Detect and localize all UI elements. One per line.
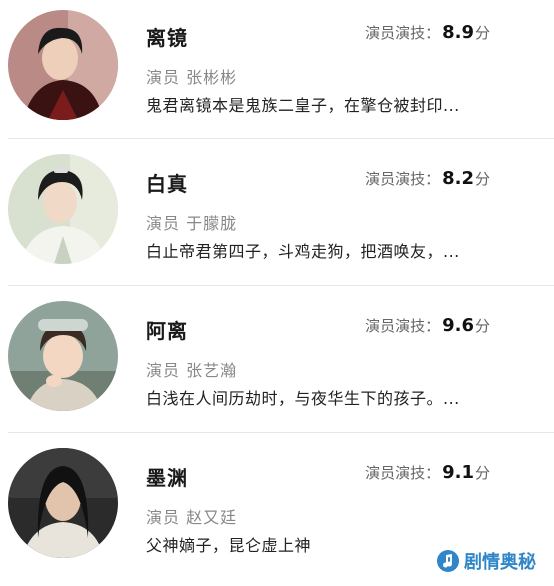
watermark: 剧情奥秘 — [436, 548, 536, 574]
avatar — [8, 301, 118, 411]
actor-name: 演员 于朦胧 — [146, 214, 238, 233]
acting-score: 演员演技： 8.9分 — [365, 22, 490, 43]
divider — [8, 432, 554, 433]
character-description: 白止帝君第四子，斗鸡走狗，把酒唤友，... — [146, 242, 460, 261]
music-note-logo-icon — [437, 550, 459, 572]
character-name: 阿离 — [146, 319, 188, 343]
character-description: 父神嫡子，昆仑虚上神 — [146, 536, 312, 555]
score-label: 演员演技： — [365, 464, 441, 482]
score-unit: 分 — [474, 464, 490, 482]
actor-name: 演员 赵又廷 — [146, 508, 238, 527]
character-card-baizhen[interactable]: 白真 演员演技： 8.2分 演员 于朦胧 白止帝君第四子，斗鸡走狗，把酒唤友，..… — [0, 146, 554, 292]
character-list: 离镜 演员演技： 8.9分 演员 张彬彬 鬼君离镜本是鬼族二皇子，在擎仓被封印..… — [0, 0, 554, 586]
character-description: 鬼君离镜本是鬼族二皇子，在擎仓被封印... — [146, 96, 460, 115]
acting-score: 演员演技： 8.2分 — [365, 168, 490, 189]
score-unit: 分 — [474, 24, 490, 42]
score-value: 8.2 — [442, 168, 474, 189]
avatar — [8, 154, 118, 264]
score-unit: 分 — [474, 170, 490, 188]
watermark-text: 剧情奥秘 — [464, 552, 536, 573]
character-name: 离镜 — [146, 26, 188, 50]
avatar — [8, 448, 118, 558]
score-label: 演员演技： — [365, 24, 441, 42]
avatar — [8, 10, 118, 120]
score-unit: 分 — [474, 317, 490, 335]
character-name: 墨渊 — [146, 466, 188, 490]
score-label: 演员演技： — [365, 170, 441, 188]
divider — [8, 285, 554, 286]
score-value: 9.1 — [442, 462, 474, 483]
character-card-liging[interactable]: 离镜 演员演技： 8.9分 演员 张彬彬 鬼君离镜本是鬼族二皇子，在擎仓被封印..… — [0, 0, 554, 146]
score-value: 8.9 — [442, 22, 474, 43]
actor-name: 演员 张艺瀚 — [146, 361, 238, 380]
acting-score: 演员演技： 9.1分 — [365, 462, 490, 483]
acting-score: 演员演技： 9.6分 — [365, 315, 490, 336]
character-name: 白真 — [146, 172, 188, 196]
divider — [8, 138, 554, 139]
actor-name: 演员 张彬彬 — [146, 68, 238, 87]
score-label: 演员演技： — [365, 317, 441, 335]
character-card-ali[interactable]: 阿离 演员演技： 9.6分 演员 张艺瀚 白浅在人间历劫时，与夜华生下的孩子。..… — [0, 293, 554, 439]
score-value: 9.6 — [442, 315, 474, 336]
character-description: 白浅在人间历劫时，与夜华生下的孩子。... — [146, 389, 460, 408]
